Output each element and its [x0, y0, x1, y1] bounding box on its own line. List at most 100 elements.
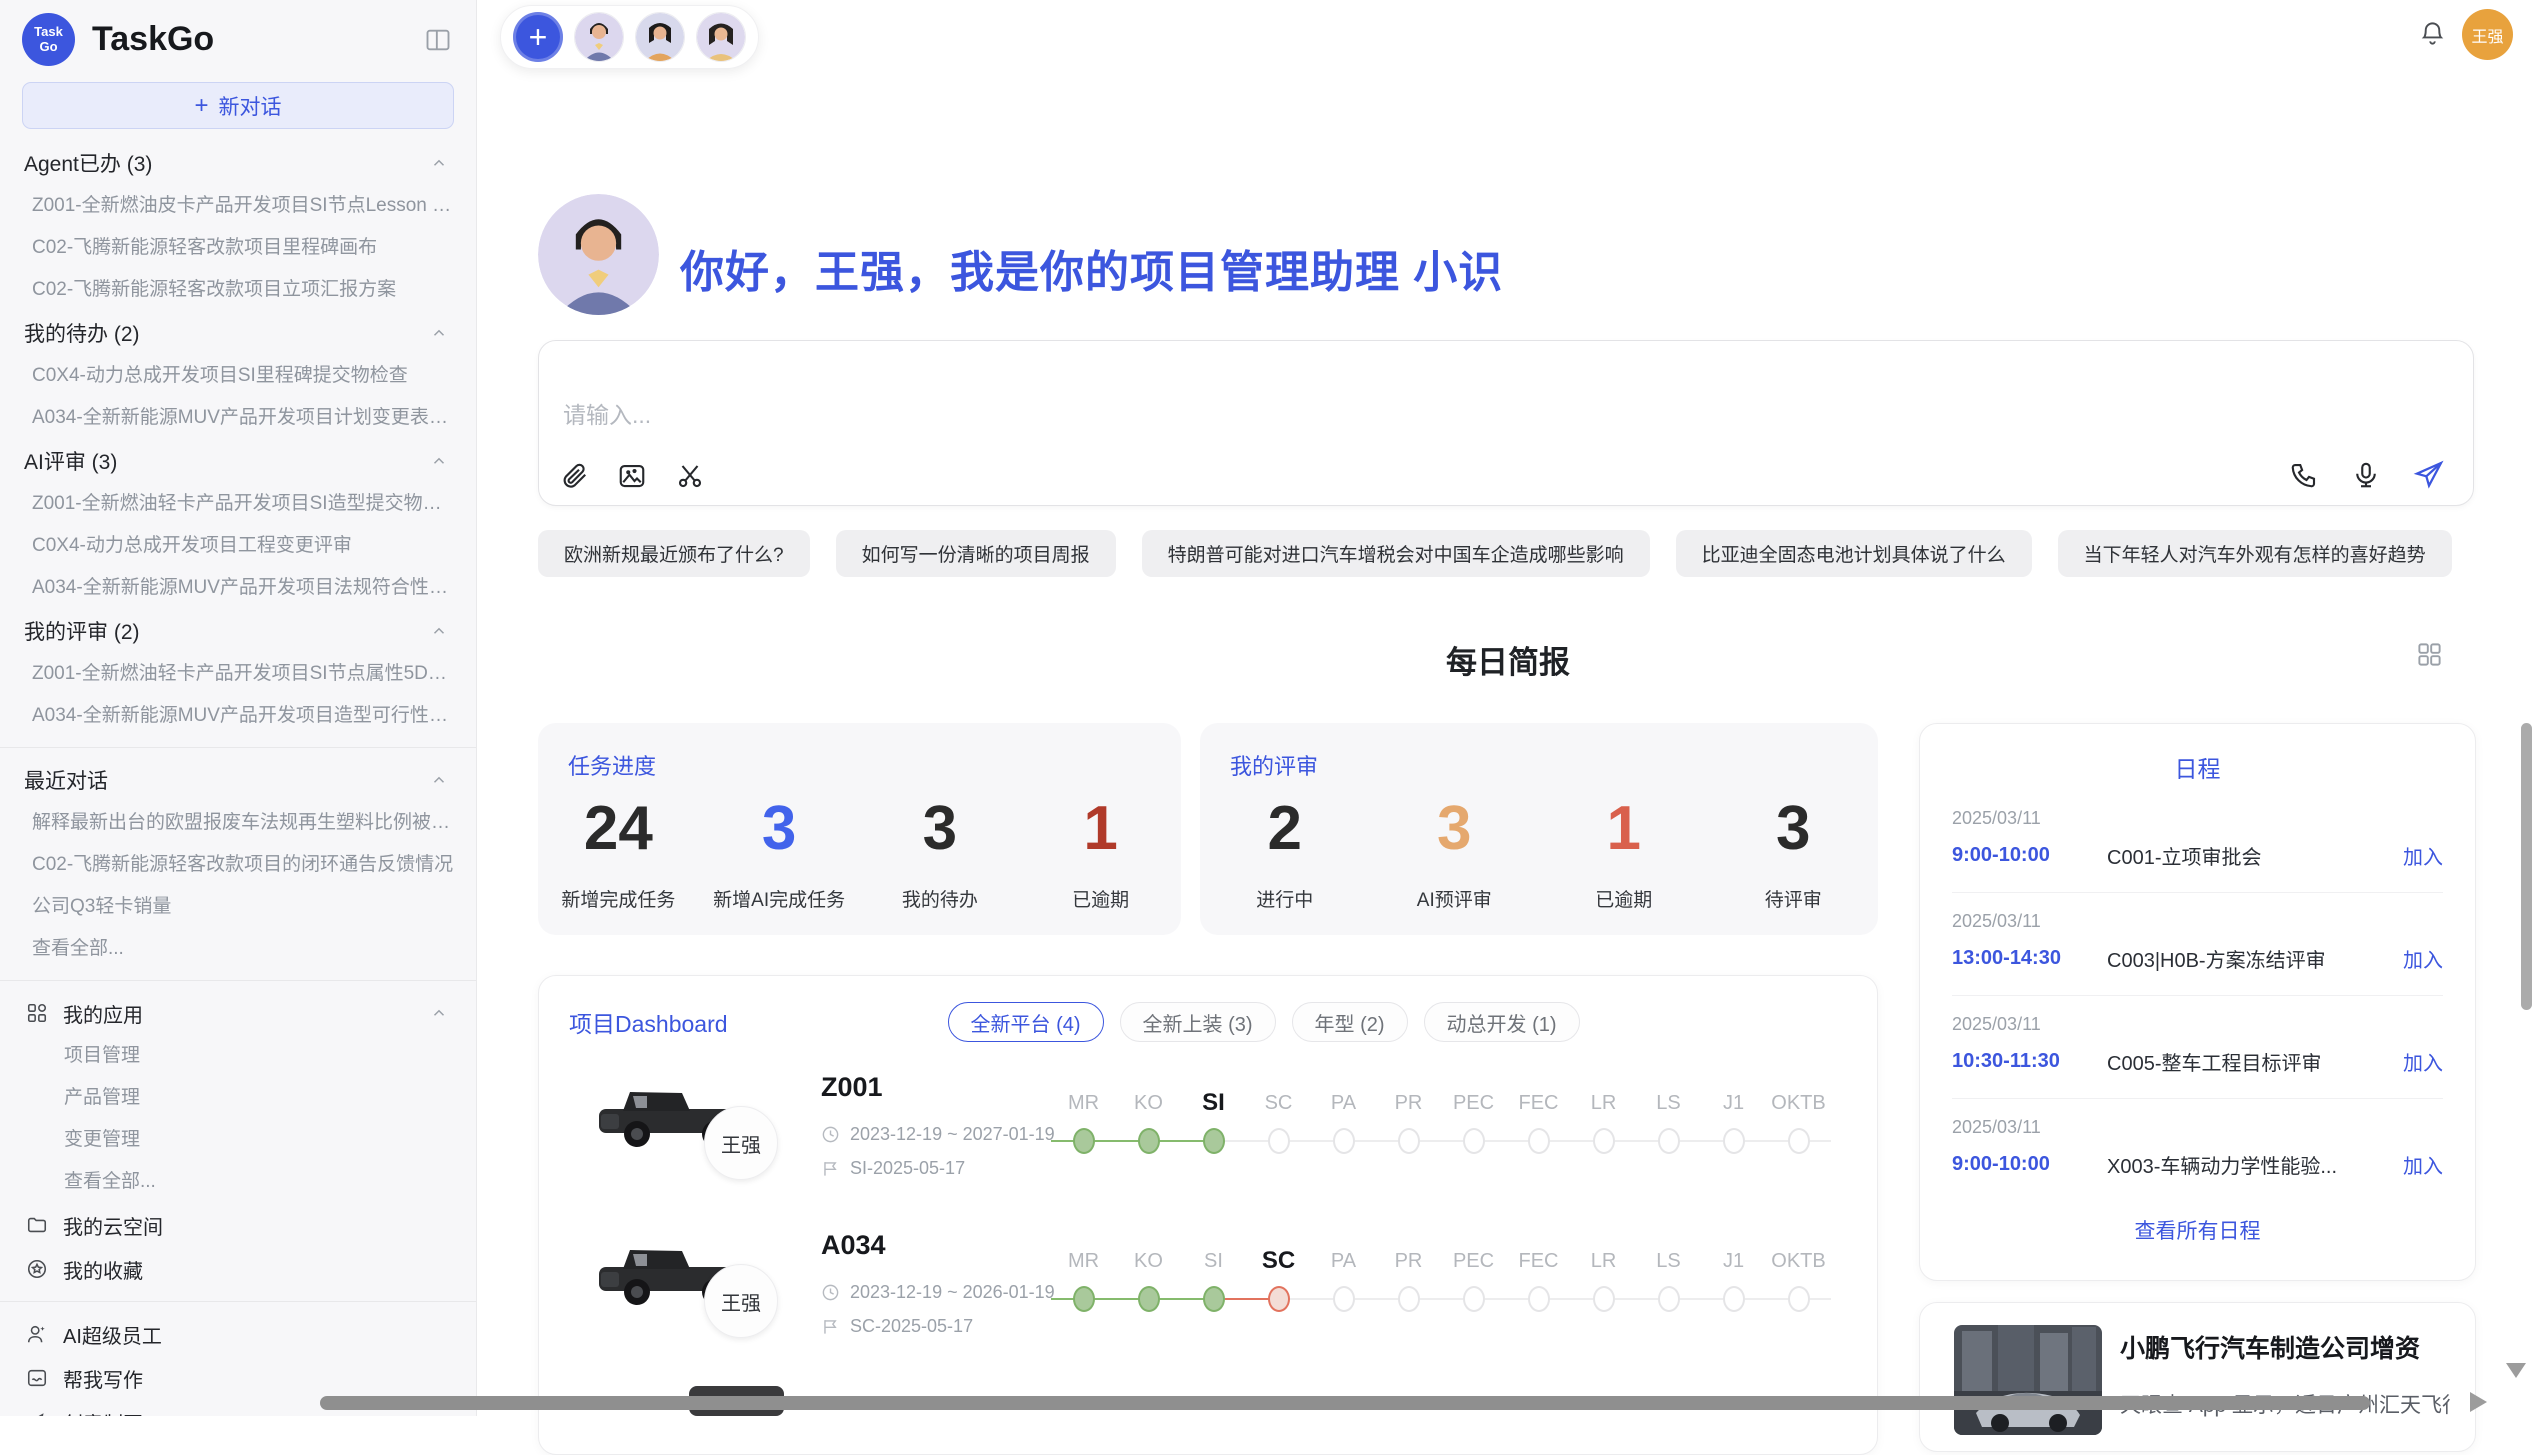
- join-link[interactable]: 加入: [2403, 944, 2443, 973]
- sidebar-section-my-review[interactable]: 我的评审 (2): [0, 609, 476, 653]
- mic-icon[interactable]: [2351, 460, 2381, 490]
- chevron-up-icon[interactable]: [430, 324, 448, 342]
- agent-avatar[interactable]: [574, 12, 624, 62]
- sidebar-item[interactable]: Z001-全新燃油轻卡产品开发项目SI节点属性5D文件评审: [0, 653, 476, 695]
- filter-tab[interactable]: 年型 (2): [1292, 1002, 1408, 1042]
- view-all-schedule-link[interactable]: 查看所有日程: [1920, 1215, 2475, 1245]
- recent-chat-item[interactable]: 解释最新出台的欧盟报废车法规再生塑料比例被调至15%...: [0, 802, 476, 844]
- layout-grid-icon[interactable]: [2416, 641, 2443, 668]
- milestone-dot: [1528, 1128, 1550, 1154]
- agent-avatar[interactable]: [635, 12, 685, 62]
- scroll-down-arrow-icon[interactable]: [2506, 1363, 2526, 1378]
- stat-value: 3: [699, 795, 860, 863]
- app-logo: Task Go: [22, 13, 75, 66]
- join-link[interactable]: 加入: [2403, 1150, 2443, 1179]
- horizontal-scrollbar[interactable]: [320, 1396, 2370, 1410]
- sidebar-item-ai-super-staff[interactable]: AI超级员工: [0, 1312, 476, 1356]
- user-avatar[interactable]: 王强: [2462, 9, 2513, 60]
- sidebar-item-help-write[interactable]: 帮我写作: [0, 1356, 476, 1400]
- sidebar-item-product-mgmt[interactable]: 产品管理: [0, 1077, 476, 1119]
- sidebar-item[interactable]: A034-全新新能源MUV产品开发项目法规符合性评审: [0, 567, 476, 609]
- milestone-fec: FEC: [1506, 1246, 1571, 1318]
- event-date: 2025/03/11: [1952, 1117, 2443, 1138]
- agent-avatar[interactable]: [696, 12, 746, 62]
- milestone-dot: [1658, 1286, 1680, 1312]
- vertical-scrollbar[interactable]: [2521, 723, 2532, 1010]
- recent-chat-item[interactable]: C02-飞腾新能源轻客改款项目的闭环通告反馈情况: [0, 844, 476, 886]
- sidebar-item[interactable]: C0X4-动力总成开发项目SI里程碑提交物检查: [0, 355, 476, 397]
- stat-label: 我的待办: [860, 885, 1021, 912]
- news-card[interactable]: 小鹏飞行汽车制造公司增资 天眼查 App 显示，近日广州汇天飞行汽...: [1919, 1302, 2476, 1452]
- sidebar-section-recent[interactable]: 最近对话: [0, 758, 476, 802]
- suggestion-chip[interactable]: 特朗普可能对进口汽车增税会对中国车企造成哪些影响: [1142, 530, 1650, 577]
- apps-view-all[interactable]: 查看全部...: [0, 1161, 476, 1203]
- milestone-dot: [1073, 1286, 1095, 1312]
- section-title: 我的评审 (2): [24, 616, 140, 646]
- paperclip-icon[interactable]: [559, 461, 589, 491]
- scroll-right-arrow-icon[interactable]: [2470, 1392, 2487, 1412]
- new-chat-button[interactable]: + 新对话: [22, 82, 454, 129]
- plus-icon: +: [194, 94, 208, 118]
- event-name: C005-整车工程目标评审: [2107, 1047, 2391, 1076]
- chevron-up-icon[interactable]: [430, 771, 448, 789]
- sidebar-collapse-icon[interactable]: [424, 26, 452, 54]
- chat-input[interactable]: [561, 401, 1461, 430]
- schedule-item: 2025/03/11 10:30-11:30 C005-整车工程目标评审 加入: [1952, 996, 2443, 1099]
- sidebar-item-change-mgmt[interactable]: 变更管理: [0, 1119, 476, 1161]
- chevron-up-icon[interactable]: [430, 154, 448, 172]
- milestone-lr: LR: [1571, 1088, 1636, 1160]
- creative-draw-label: 创意制图: [63, 1408, 143, 1417]
- milestone-dot: [1398, 1286, 1420, 1312]
- sidebar-item[interactable]: C02-飞腾新能源轻客改款项目立项汇报方案: [0, 269, 476, 311]
- suggestion-chip[interactable]: 如何写一份清晰的项目周报: [836, 530, 1116, 577]
- add-agent-button[interactable]: +: [513, 12, 563, 62]
- phone-icon[interactable]: [2289, 460, 2319, 490]
- milestone-dot: [1203, 1128, 1225, 1154]
- join-link[interactable]: 加入: [2403, 841, 2443, 870]
- suggestion-chip[interactable]: 当下年轻人对汽车外观有怎样的喜好趋势: [2058, 530, 2452, 577]
- stat: 1 已逾期: [1539, 795, 1709, 912]
- sidebar-section-ai-review[interactable]: AI评审 (3): [0, 439, 476, 483]
- event-date: 2025/03/11: [1952, 808, 2443, 829]
- chevron-up-icon[interactable]: [430, 622, 448, 640]
- recent-chat-item[interactable]: 公司Q3轻卡销量: [0, 886, 476, 928]
- chevron-up-icon[interactable]: [430, 452, 448, 470]
- send-icon[interactable]: [2413, 459, 2445, 491]
- filter-tab[interactable]: 全新上装 (3): [1120, 1002, 1276, 1042]
- sidebar-section-my-todo[interactable]: 我的待办 (2): [0, 311, 476, 355]
- sidebar-item[interactable]: A034-全新新能源MUV产品开发项目造型可行性评审: [0, 695, 476, 737]
- sidebar-item-my-apps[interactable]: 我的应用: [0, 991, 476, 1035]
- scissors-icon[interactable]: [675, 461, 705, 491]
- milestone-dot: [1788, 1286, 1810, 1312]
- filter-tab[interactable]: 全新平台 (4): [948, 1002, 1104, 1042]
- sidebar-item[interactable]: Z001-全新燃油皮卡产品开发项目SI节点Lesson Learn报告: [0, 185, 476, 227]
- card-title: 任务进度: [568, 749, 1181, 781]
- milestone-si: SI: [1181, 1088, 1246, 1160]
- sidebar-item[interactable]: A034-全新新能源MUV产品开发项目计划变更表编写: [0, 397, 476, 439]
- join-link[interactable]: 加入: [2403, 1047, 2443, 1076]
- sidebar-item-favorites[interactable]: 我的收藏: [0, 1247, 476, 1291]
- milestone-dot: [1463, 1128, 1485, 1154]
- app-title: TaskGo: [92, 20, 214, 59]
- sidebar-item-project-mgmt[interactable]: 项目管理: [0, 1035, 476, 1077]
- schedule-title: 日程: [1920, 750, 2475, 784]
- recent-view-all[interactable]: 查看全部...: [0, 928, 476, 970]
- dashboard-title: 项目Dashboard: [569, 1005, 728, 1039]
- sidebar-item[interactable]: C02-飞腾新能源轻客改款项目里程碑画布: [0, 227, 476, 269]
- suggestion-chip[interactable]: 比亚迪全固态电池计划具体说了什么: [1676, 530, 2032, 577]
- milestone-pr: PR: [1376, 1088, 1441, 1160]
- apps-grid-icon: [26, 1002, 48, 1024]
- milestone-sc: SC: [1246, 1088, 1311, 1160]
- suggestion-chip[interactable]: 欧洲新规最近颁布了什么?: [538, 530, 810, 577]
- sidebar-item-cloud-space[interactable]: 我的云空间: [0, 1203, 476, 1247]
- stat: 3 AI预评审: [1370, 795, 1540, 912]
- sidebar-item[interactable]: C0X4-动力总成开发项目工程变更评审: [0, 525, 476, 567]
- sidebar-section-agent-done[interactable]: Agent已办 (3): [0, 141, 476, 185]
- project-dates: 2023-12-19 ~ 2027-01-19: [821, 1124, 1055, 1145]
- sidebar-item[interactable]: Z001-全新燃油轻卡产品开发项目SI造型提交物评审: [0, 483, 476, 525]
- milestone-oktb: OKTB: [1766, 1246, 1831, 1318]
- filter-tab[interactable]: 动总开发 (1): [1424, 1002, 1580, 1042]
- bell-icon[interactable]: [2419, 20, 2446, 47]
- chevron-up-icon[interactable]: [430, 1004, 448, 1022]
- image-icon[interactable]: [617, 461, 647, 491]
